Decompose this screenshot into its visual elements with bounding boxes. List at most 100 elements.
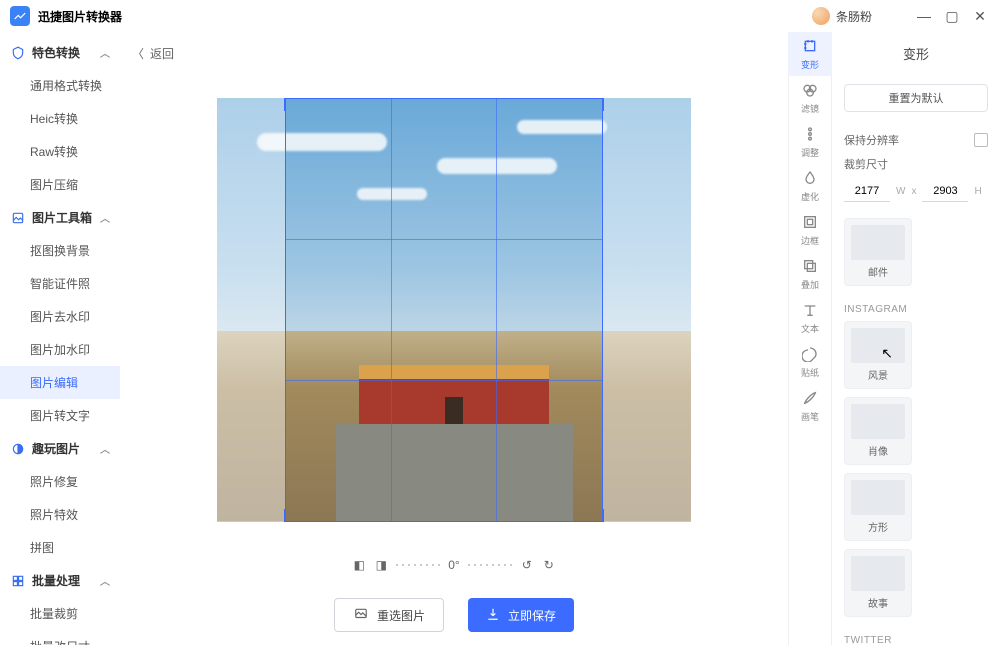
adjust-icon [801,125,819,143]
right-panel: 变形 重置为默认 保持分辨率 裁剪尺寸 W x H 邮件 INSTAG [832,32,1000,645]
tool-frame[interactable]: 边框 [788,208,832,252]
sidebar-item[interactable]: 批量裁剪 [0,597,120,630]
tool-blur[interactable]: 虚化 [788,164,832,208]
sidebar-item[interactable]: 图片去水印 [0,300,120,333]
sidebar-item[interactable]: 通用格式转换 [0,69,120,102]
preset-mail[interactable]: 邮件 [844,218,912,286]
overlay-icon [801,257,819,275]
app-logo-icon [10,6,30,26]
chevron-up-icon: ︿ [100,210,110,225]
crop-rect[interactable] [285,98,603,522]
image-canvas[interactable] [217,98,691,522]
crop-handle-bl[interactable] [284,509,298,522]
reselect-button[interactable]: 重选图片 [334,598,444,632]
username: 条肠粉 [836,8,872,25]
chevron-up-icon: ︿ [100,45,110,60]
sidebar-group[interactable]: 特色转换︿ [0,36,120,69]
crop-size-label: 裁剪尺寸 [844,156,988,172]
tool-overlay[interactable]: 叠加 [788,252,832,296]
maximize-button[interactable]: ▢ [938,2,966,30]
filter-icon [801,81,819,99]
tool-transform[interactable]: 变形 [788,32,832,76]
crop-preset[interactable]: 故事 [844,549,912,617]
sidebar-item[interactable]: 拼图 [0,531,120,564]
crop-handle-br[interactable] [590,509,604,522]
image-icon [353,607,369,624]
save-label: 立即保存 [508,607,556,624]
group-icon [10,210,26,226]
menu-icon [882,2,910,30]
sidebar-item[interactable]: 图片压缩 [0,168,120,201]
sidebar-item[interactable]: 智能证件照 [0,267,120,300]
tool-brush[interactable]: 画笔 [788,384,832,428]
user-chip[interactable]: 条肠粉 [812,7,872,25]
crop-preset[interactable]: 方形 [844,473,912,541]
undo-icon[interactable]: ↺ [520,558,534,572]
main: 特色转换︿通用格式转换Heic转换Raw转换图片压缩图片工具箱︿抠图换背景智能证… [0,32,1000,645]
text-icon [801,301,819,319]
sidebar-group[interactable]: 图片工具箱︿ [0,201,120,234]
crop-preset[interactable]: 肖像 [844,397,912,465]
frame-icon [801,213,819,231]
sticker-icon [801,345,819,363]
sidebar-group[interactable]: 批量处理︿ [0,564,120,597]
tool-sticker[interactable]: 贴纸 [788,340,832,384]
avatar [812,7,830,25]
close-button[interactable]: ✕ [966,2,994,30]
sidebar-item[interactable]: 图片编辑 [0,366,120,399]
sidebar-item[interactable]: 图片转文字 [0,399,120,432]
sidebar-item[interactable]: 照片修复 [0,465,120,498]
sidebar-item[interactable]: Raw转换 [0,135,120,168]
tool-strip: 变形滤镜调整虚化边框叠加文本贴纸画笔 [788,32,832,645]
download-icon [486,607,500,624]
transform-icon [801,37,819,55]
crop-height-input[interactable] [922,180,968,202]
sidebar-group[interactable]: 趣玩图片︿ [0,432,120,465]
app-title: 迅捷图片转换器 [38,8,122,25]
contrast-low-icon: ◧ [352,558,366,572]
chevron-left-icon: 〈 [132,45,144,62]
times-label: x [911,186,916,197]
crop-width-input[interactable] [844,180,890,202]
keep-ratio-checkbox[interactable] [974,133,988,147]
height-unit: H [974,186,981,197]
tool-adjust[interactable]: 调整 [788,120,832,164]
chevron-up-icon: ︿ [100,441,110,456]
crop-preset[interactable]: ↖ 风景 [844,321,912,389]
crop-handle-tl[interactable] [284,98,298,111]
brush-icon [801,389,819,407]
minimize-button[interactable]: — [910,2,938,30]
preset-label: 肖像 [868,443,888,458]
back-button[interactable]: 〈 返回 [132,45,174,62]
back-label: 返回 [150,45,174,62]
menu-button[interactable] [882,2,910,30]
reselect-label: 重选图片 [377,607,425,624]
section-twitter-title: TWITTER [844,635,988,645]
chevron-up-icon: ︿ [100,573,110,588]
sidebar-item[interactable]: Heic转换 [0,102,120,135]
sidebar-item[interactable]: 批量改尺寸 [0,630,120,645]
sidebar-item[interactable]: 抠图换背景 [0,234,120,267]
center-pane: 〈 返回 [120,32,788,645]
panel-title: 变形 [832,32,1000,74]
cursor-icon: ↖ [881,345,893,362]
rotate-slider[interactable]: ◧ ◨ 0° ↺ ↻ [120,545,788,585]
angle-value: 0° [448,558,459,572]
titlebar: 迅捷图片转换器 条肠粉 — ▢ ✕ [0,0,1000,32]
group-icon [10,45,26,61]
tool-filter[interactable]: 滤镜 [788,76,832,120]
width-unit: W [896,186,905,197]
sidebar-item[interactable]: 图片加水印 [0,333,120,366]
preset-label: 邮件 [868,264,888,279]
crop-handle-tr[interactable] [590,98,604,111]
preset-label: 方形 [868,519,888,534]
save-button[interactable]: 立即保存 [468,598,574,632]
blur-icon [801,169,819,187]
contrast-high-icon: ◨ [374,558,388,572]
preset-label: 风景 [868,367,888,382]
tool-text[interactable]: 文本 [788,296,832,340]
sidebar-item[interactable]: 照片特效 [0,498,120,531]
redo-icon[interactable]: ↻ [542,558,556,572]
keep-ratio-label: 保持分辨率 [844,132,899,148]
reset-button[interactable]: 重置为默认 [844,84,988,112]
